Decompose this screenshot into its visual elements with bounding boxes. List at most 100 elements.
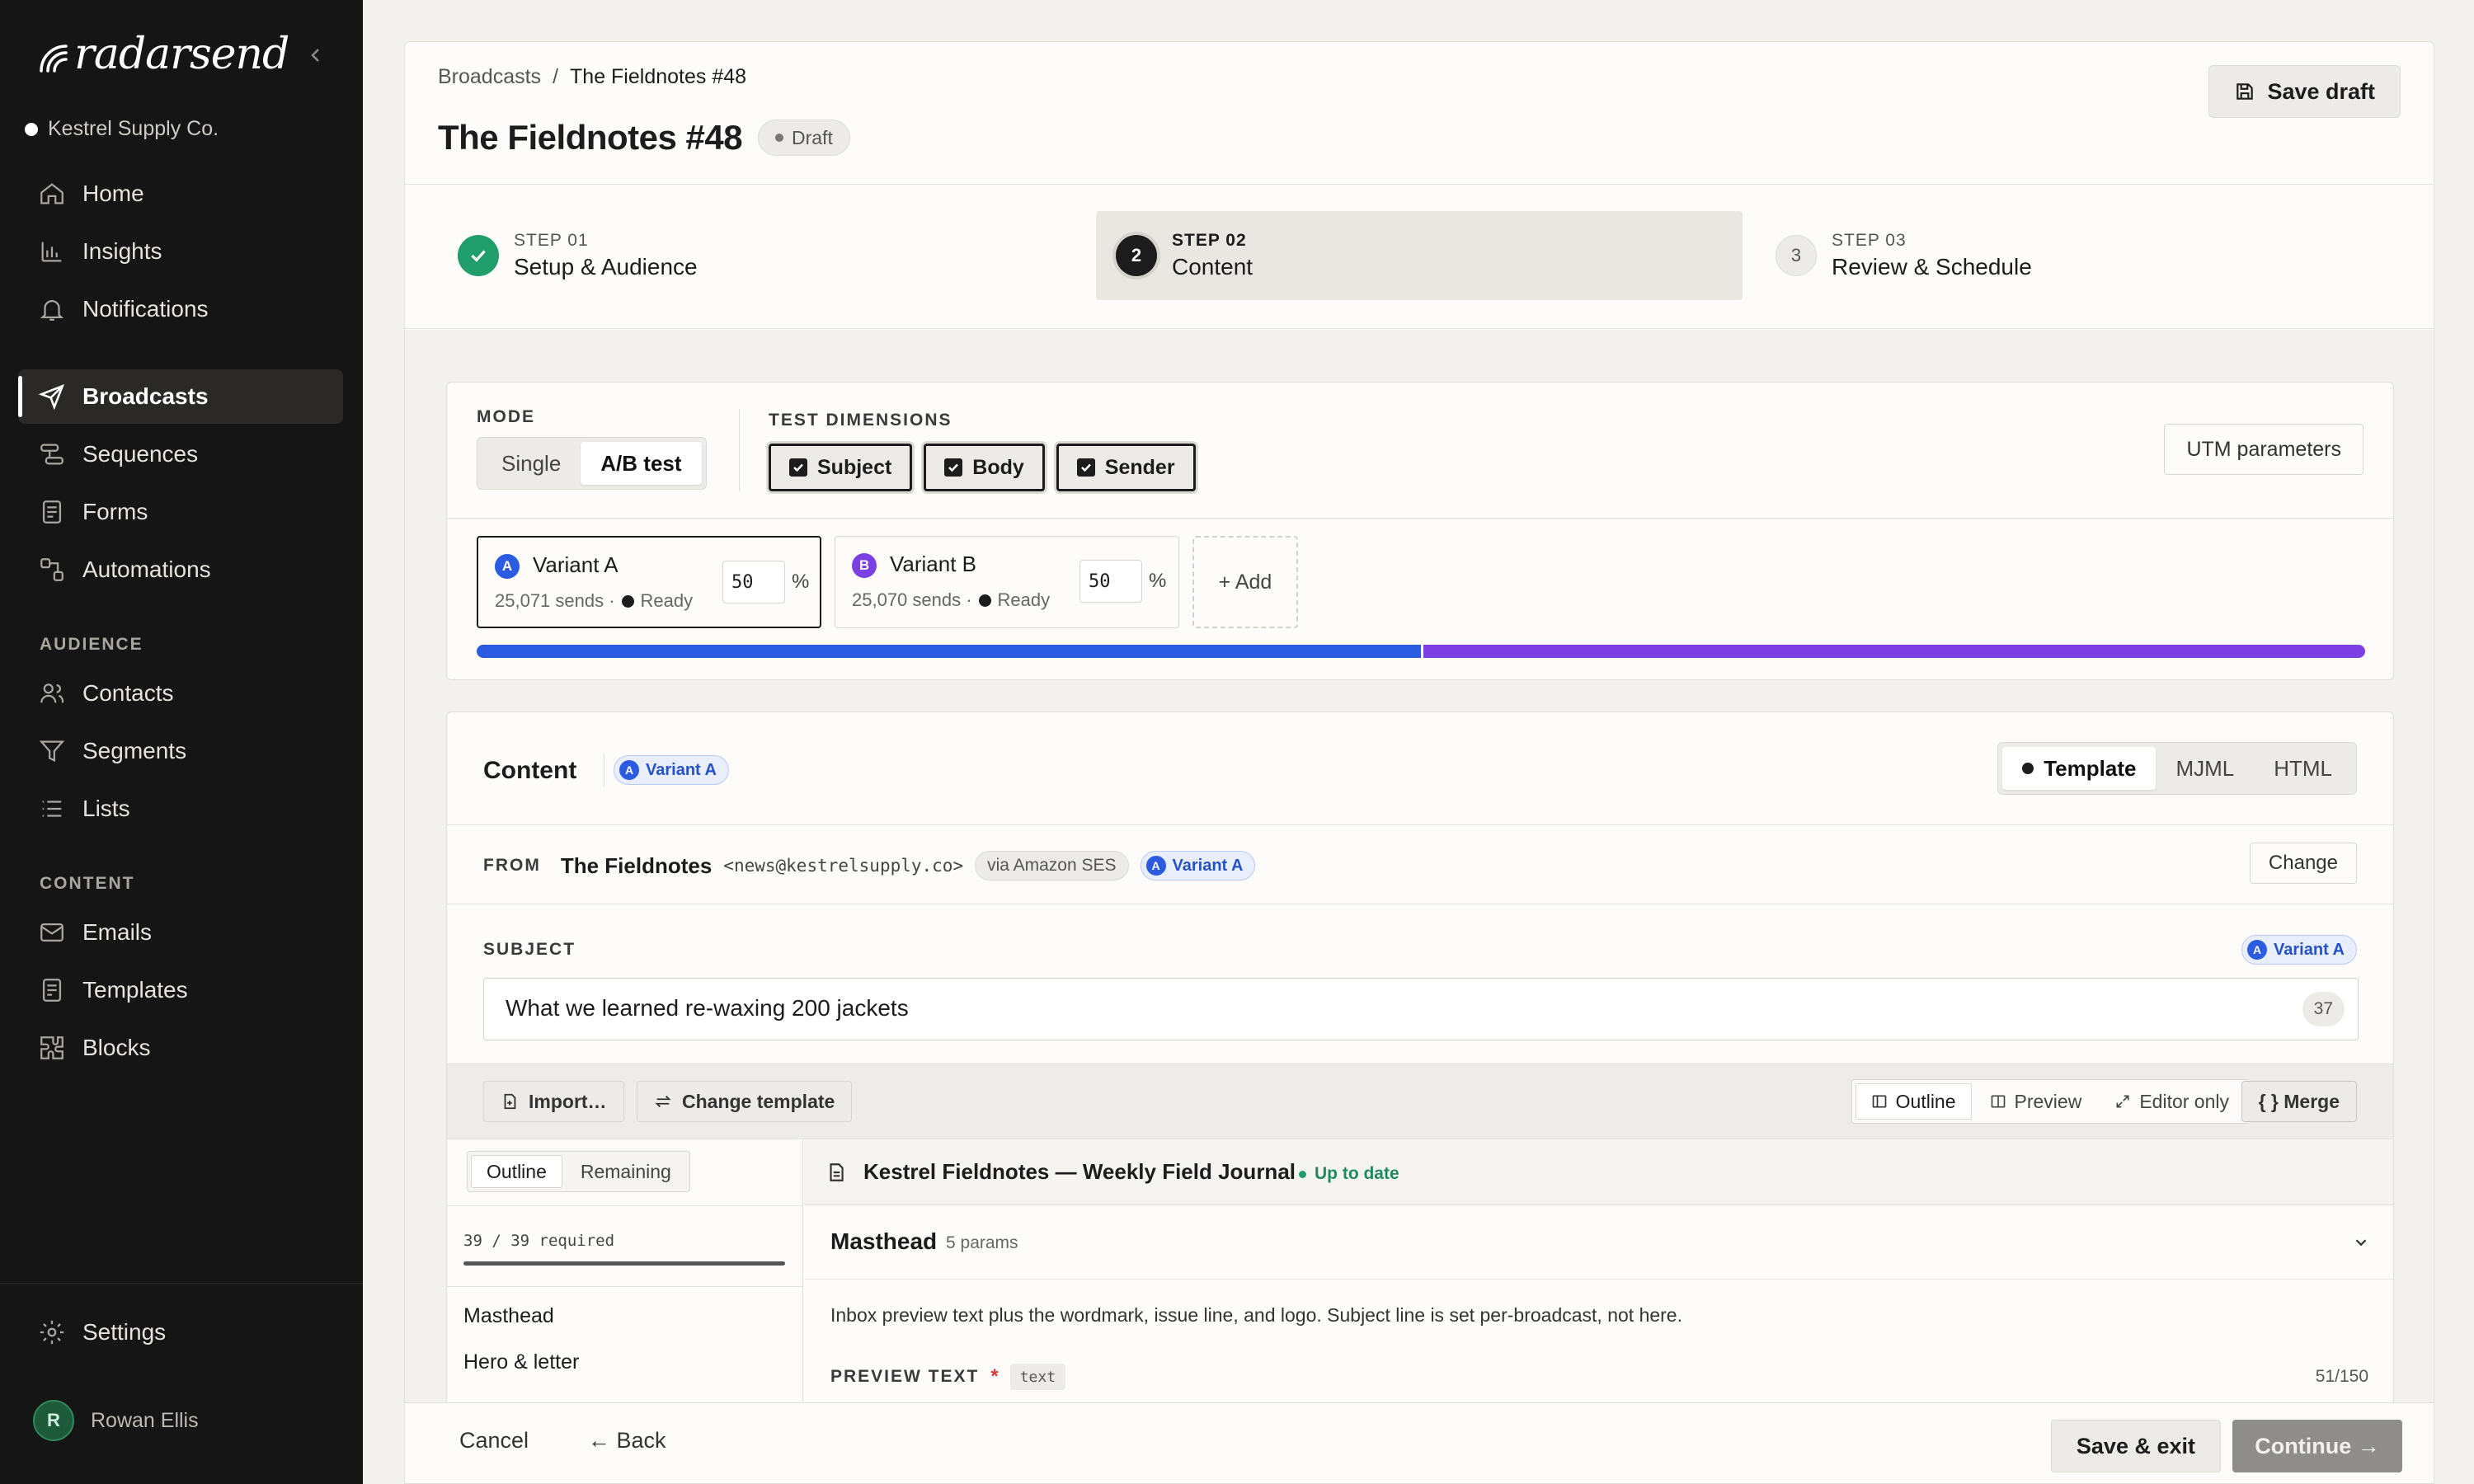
outline-item-masthead[interactable]: Masthead: [463, 1304, 554, 1328]
breadcrumb-separator: /: [553, 65, 559, 88]
page-title: The Fieldnotes #48: [438, 118, 743, 157]
merge-tags-button[interactable]: { } Merge: [2241, 1081, 2357, 1122]
sidebar-item-label: Emails: [82, 919, 153, 945]
tab-preview[interactable]: Preview: [1975, 1083, 2097, 1120]
tab-html[interactable]: HTML: [2254, 747, 2352, 790]
dimension-subject-checkbox[interactable]: Subject: [769, 444, 913, 491]
section-masthead-header[interactable]: Masthead 5 params: [804, 1205, 2393, 1280]
outline-item-hero-letter[interactable]: Hero & letter: [463, 1350, 579, 1374]
radar-logo-icon: [36, 35, 69, 74]
section-title: Masthead: [830, 1228, 938, 1254]
divider: [447, 824, 2393, 825]
ready-dot: [978, 594, 991, 607]
user-menu[interactable]: R Rowan Ellis: [33, 1400, 199, 1441]
sidebar-item-label: Contacts: [82, 680, 174, 706]
change-template-button[interactable]: Change template: [637, 1081, 853, 1122]
tab-outline-list[interactable]: Outline: [471, 1155, 562, 1188]
format-tabs: Template MJML HTML: [1997, 742, 2357, 795]
mode-ab-test-option[interactable]: A/B test: [581, 442, 702, 485]
continue-button[interactable]: Continue →: [2232, 1420, 2402, 1472]
variant-a-card[interactable]: A Variant A 25,071 sends · Ready 50 %: [477, 536, 821, 628]
sidebar-item-label: Home: [82, 181, 144, 206]
chevron-down-icon[interactable]: [2352, 1233, 2370, 1252]
tab-editor-only[interactable]: Editor only: [2100, 1083, 2244, 1120]
add-variant-button[interactable]: + Add: [1192, 536, 1298, 628]
step-number-label: STEP 02: [1172, 231, 1247, 250]
dimension-sender-checkbox[interactable]: Sender: [1056, 444, 1196, 491]
variant-status: Ready: [997, 589, 1051, 610]
tab-template[interactable]: Template: [2002, 747, 2157, 790]
test-dimensions: Subject Body Sender: [769, 444, 1196, 491]
app-name: radarsend: [74, 30, 289, 79]
import-button[interactable]: Import…: [483, 1081, 624, 1122]
utm-parameters-button[interactable]: UTM parameters: [2164, 424, 2363, 475]
variant-b-card[interactable]: B Variant B 25,070 sends · Ready 50 %: [835, 536, 1179, 628]
status-badge: Draft: [758, 120, 850, 156]
sidebar-item-automations[interactable]: Automations: [18, 542, 343, 597]
variant-badge: A: [619, 760, 639, 780]
logo[interactable]: radarsend: [36, 30, 289, 79]
sidebar-item-settings[interactable]: Settings: [18, 1305, 343, 1360]
view-tabs: Outline Preview Editor only: [1851, 1079, 2248, 1124]
variant-b-split-input[interactable]: 50: [1079, 560, 1142, 603]
variant-badge: A: [495, 554, 520, 579]
tab-mjml[interactable]: MJML: [2156, 747, 2254, 790]
back-button[interactable]: ← Back: [588, 1428, 666, 1453]
collapse-sidebar-button[interactable]: [303, 43, 328, 68]
sidebar-item-label: Settings: [82, 1319, 167, 1345]
sidebar-item-blocks[interactable]: Blocks: [18, 1021, 343, 1075]
sidebar-item-label: Notifications: [82, 296, 209, 322]
content-card: Content A Variant A Template MJML HTML F…: [446, 711, 2394, 1453]
sync-status: Up to date: [1299, 1164, 1399, 1184]
section-param-count: 5 params: [946, 1233, 1018, 1252]
step-content[interactable]: 2 STEP 02 Content: [1096, 211, 1743, 300]
sidebar-item-emails[interactable]: Emails: [18, 905, 343, 960]
sidebar-item-sequences[interactable]: Sequences: [18, 427, 343, 481]
home-icon: [38, 180, 66, 208]
tab-label: Preview: [2014, 1090, 2082, 1112]
workspace-switcher[interactable]: Kestrel Supply Co.: [25, 117, 219, 141]
sidebar-item-home[interactable]: Home: [18, 167, 343, 221]
form-icon: [38, 498, 66, 526]
sidebar-divider: [0, 1283, 363, 1284]
traffic-split-bar[interactable]: [477, 645, 2365, 658]
sidebar-item-forms[interactable]: Forms: [18, 485, 343, 539]
dimension-label: Body: [972, 455, 1024, 479]
change-sender-button[interactable]: Change: [2249, 843, 2357, 884]
status-dot: [1299, 1170, 1306, 1178]
save-draft-button[interactable]: Save draft: [2208, 65, 2401, 118]
tab-label: Template: [2044, 755, 2137, 781]
sidebar-item-notifications[interactable]: Notifications: [18, 282, 343, 336]
subject-input[interactable]: What we learned re-waxing 200 jackets 37: [483, 978, 2359, 1040]
variant-a-split-input[interactable]: 50: [722, 561, 785, 603]
sidebar-item-broadcasts[interactable]: Broadcasts: [18, 369, 343, 424]
breadcrumb-link-broadcasts[interactable]: Broadcasts: [438, 65, 541, 89]
step-name: Review & Schedule: [1832, 254, 2032, 279]
divider: [447, 1286, 802, 1287]
import-label: Import…: [529, 1090, 607, 1112]
variant-pill-label: Variant A: [1172, 856, 1244, 875]
sidebar-item-contacts[interactable]: Contacts: [18, 666, 343, 721]
nav-section-content: CONTENT: [40, 874, 135, 893]
sidebar-item-segments[interactable]: Segments: [18, 724, 343, 778]
gear-icon: [38, 1318, 66, 1346]
sidebar-item-templates[interactable]: Templates: [18, 963, 343, 1017]
template-header: Kestrel Fieldnotes — Weekly Field Journa…: [804, 1139, 2393, 1205]
mode-toggle: Single A/B test: [477, 437, 707, 490]
variant-badge: A: [2247, 940, 2268, 960]
dimension-body-checkbox[interactable]: Body: [924, 444, 1045, 491]
mode-single-option[interactable]: Single: [482, 442, 581, 485]
provider-badge: via Amazon SES: [975, 851, 1129, 881]
step-review-schedule[interactable]: 3 STEP 03 Review & Schedule: [1756, 211, 2402, 300]
cancel-button[interactable]: Cancel: [459, 1428, 529, 1453]
step-setup-audience[interactable]: STEP 01 Setup & Audience: [438, 211, 1084, 300]
sidebar-item-insights[interactable]: Insights: [18, 224, 343, 279]
ab-test-card: MODE Single A/B test TEST DIMENSIONS Sub…: [446, 382, 2394, 680]
sync-status-label: Up to date: [1315, 1164, 1399, 1183]
tab-outline[interactable]: Outline: [1855, 1083, 1972, 1120]
save-exit-button[interactable]: Save & exit: [2050, 1420, 2221, 1472]
tab-remaining[interactable]: Remaining: [566, 1155, 686, 1188]
mail-icon: [38, 918, 66, 946]
sidebar-item-lists[interactable]: Lists: [18, 782, 343, 836]
percent-symbol: %: [1149, 570, 1167, 592]
